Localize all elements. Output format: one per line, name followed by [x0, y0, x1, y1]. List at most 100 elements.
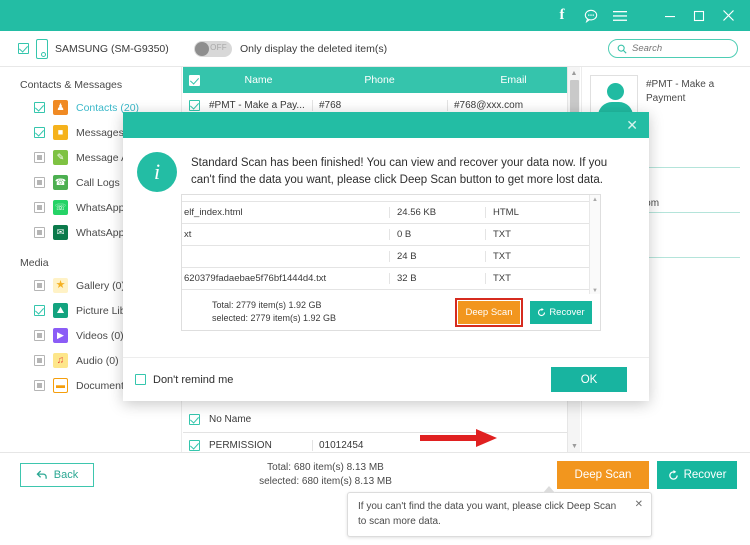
device-name: SAMSUNG (SM-G9350) — [55, 42, 169, 55]
menu-icon[interactable] — [612, 8, 628, 24]
sidebar-checkbox[interactable] — [34, 152, 45, 163]
contacts-icon: ♟ — [53, 100, 68, 115]
attachment-icon: ✎ — [53, 150, 68, 165]
title-bar: f — [0, 0, 750, 31]
preview-recover-button[interactable]: Recover — [530, 300, 592, 324]
preview-row: elf_index.html 24.56 KB HTML — [182, 202, 600, 224]
column-header-name[interactable]: Name — [205, 74, 312, 86]
row-select-cell[interactable] — [183, 414, 205, 425]
videos-icon: ▶ — [53, 328, 68, 343]
preview-scrollbar: ▲ ▼ — [589, 195, 600, 296]
selected-line: selected: 680 item(s) 8.13 MB — [259, 476, 392, 487]
preview-cell-type: TXT — [485, 273, 589, 284]
dont-remind-label: Don't remind me — [153, 373, 234, 386]
bottom-bar: Back Total: 680 item(s) 8.13 MB selected… — [0, 452, 750, 497]
sidebar-checkbox[interactable] — [34, 202, 45, 213]
totals-block: Total: 680 item(s) 8.13 MB selected: 680… — [259, 461, 392, 490]
preview-top-strip — [182, 195, 600, 202]
scroll-up-icon[interactable]: ▲ — [568, 67, 580, 79]
dialog-message: Standard Scan has been finished! You can… — [191, 157, 608, 187]
recover-button[interactable]: Recover — [657, 461, 737, 489]
search-input[interactable] — [632, 43, 729, 54]
device-checkbox[interactable] — [18, 43, 29, 54]
sidebar-checkbox[interactable] — [34, 102, 45, 113]
preview-footer: Total: 2779 item(s) 1.92 GB selected: 27… — [182, 294, 600, 330]
recover-icon — [668, 469, 678, 480]
preview-cell-size: 24 B — [389, 251, 485, 262]
preview-cell-type: HTML — [485, 207, 589, 218]
close-icon[interactable] — [720, 8, 736, 24]
device-selector[interactable]: SAMSUNG (SM-G9350) — [0, 38, 182, 59]
preview-cell-size: 0 B — [389, 229, 485, 240]
call-logs-icon: ☎ — [53, 175, 68, 190]
select-all-cell[interactable] — [183, 74, 205, 86]
row-checkbox[interactable] — [188, 100, 200, 111]
search-box[interactable] — [608, 39, 738, 58]
back-button[interactable]: Back — [20, 463, 94, 487]
row-select-cell[interactable] — [183, 440, 205, 451]
tooltip-close-icon[interactable]: ✕ — [635, 498, 643, 513]
dialog-title-bar: ✕ — [123, 112, 649, 138]
preview-totals: Total: 2779 item(s) 1.92 GB selected: 27… — [212, 299, 336, 326]
dont-remind-checkbox[interactable] — [135, 374, 146, 385]
preview-cell-size: 24.56 KB — [389, 207, 485, 218]
scroll-down-icon[interactable]: ▼ — [568, 440, 581, 452]
preview-cell-name: 620379fadaebae5f76bf1444d4.txt — [184, 273, 327, 284]
maximize-icon[interactable] — [691, 8, 707, 24]
documents-icon: ▬ — [53, 378, 68, 393]
preview-deep-scan-button[interactable]: Deep Scan — [455, 297, 523, 327]
select-all-checkbox[interactable] — [188, 74, 200, 86]
row-checkbox[interactable] — [188, 440, 200, 451]
dialog-close-icon[interactable]: ✕ — [626, 118, 649, 132]
sidebar-checkbox[interactable] — [34, 227, 45, 238]
deleted-filter[interactable]: OFF Only display the deleted item(s) — [194, 40, 388, 57]
ok-button[interactable]: OK — [551, 367, 627, 392]
search-icon — [617, 44, 627, 54]
column-header-email[interactable]: Email — [447, 74, 580, 86]
sidebar-checkbox[interactable] — [34, 127, 45, 138]
total-line: Total: 680 item(s) 8.13 MB — [267, 461, 384, 473]
embedded-preview: elf_index.html 24.56 KB HTML xt 0 B TXT … — [181, 194, 601, 331]
window-controls: f — [554, 8, 750, 24]
preview-cell-type: TXT — [485, 251, 589, 262]
preview-cell-size: 32 B — [389, 273, 485, 284]
preview-total-line: Total: 2779 item(s) 1.92 GB — [212, 299, 322, 310]
preview-row: 24 B TXT — [182, 246, 600, 268]
cell-email: #768@xxx.com — [447, 100, 580, 111]
row-checkbox[interactable] — [188, 414, 200, 425]
sidebar-checkbox[interactable] — [34, 380, 45, 391]
cell-name: No Name — [209, 414, 252, 425]
chat-icon[interactable] — [583, 8, 599, 24]
facebook-icon[interactable]: f — [554, 8, 570, 24]
preview-cell-type: TXT — [485, 229, 589, 240]
cell-name: #PMT - Make a Pay... — [209, 100, 305, 111]
whatsapp-attachment-icon: ✉ — [53, 225, 68, 240]
sidebar-item-label: Videos (0) — [76, 329, 124, 342]
sidebar-item-label: Message A — [76, 151, 128, 164]
scan-finished-dialog: ✕ i Standard Scan has been finished! You… — [123, 112, 649, 447]
deep-scan-button[interactable]: Deep Scan — [557, 461, 649, 489]
deleted-toggle[interactable]: OFF — [194, 40, 232, 57]
sidebar-checkbox[interactable] — [34, 177, 45, 188]
dont-remind-checkbox-row[interactable]: Don't remind me — [135, 374, 233, 386]
sidebar-item-label: Document — [76, 379, 124, 392]
row-select-cell[interactable] — [183, 100, 205, 111]
cell-name: PERMISSION — [209, 440, 272, 451]
red-arrow-annotation — [420, 429, 497, 447]
recover-icon — [538, 307, 546, 316]
sidebar-checkbox[interactable] — [34, 355, 45, 366]
toolbar: SAMSUNG (SM-G9350) OFF Only display the … — [0, 31, 750, 67]
sidebar-checkbox[interactable] — [34, 330, 45, 341]
toggle-label: Only display the deleted item(s) — [240, 42, 388, 55]
table-header: Name Phone Email — [183, 67, 580, 93]
sidebar-item-label: Messages — [76, 126, 124, 139]
tooltip-text: If you can't find the data you want, ple… — [358, 501, 617, 527]
column-header-phone[interactable]: Phone — [312, 74, 447, 86]
sidebar-checkbox[interactable] — [34, 280, 45, 291]
toggle-state: OFF — [210, 42, 227, 52]
table-row[interactable]: No Name — [183, 407, 580, 433]
info-icon: i — [137, 152, 177, 192]
sidebar-checkbox[interactable] — [34, 305, 45, 316]
sidebar-item-label: Picture Lib — [76, 304, 126, 317]
minimize-icon[interactable] — [662, 8, 678, 24]
